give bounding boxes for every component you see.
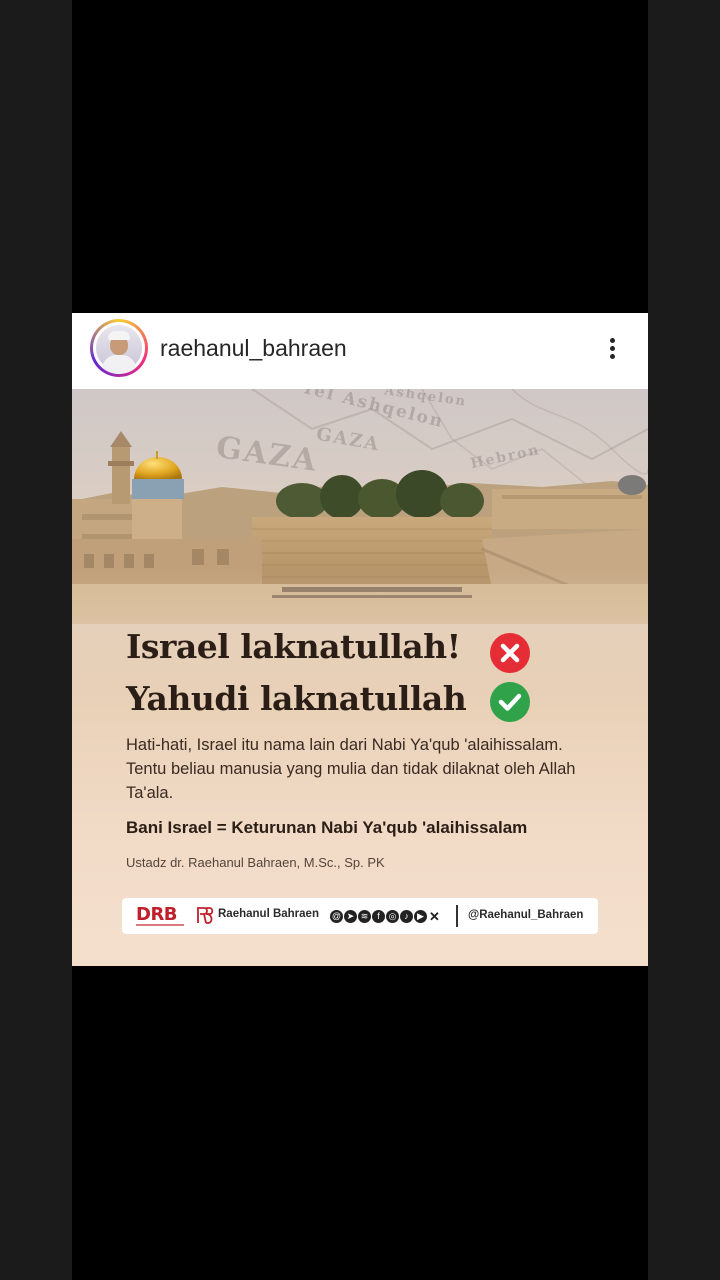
drb-logo: DRB	[136, 904, 178, 925]
headline-israel: Israel laknatullah!	[126, 627, 461, 666]
username[interactable]: raehanul_bahraen	[160, 335, 347, 362]
headline-yahudi: Yahudi laknatullah	[126, 679, 467, 718]
branding-bar: DRB Raehanul Bahraen @ ➤ ≋ f ◎ ♪ ▶ ✕ @Raehanul_…	[122, 898, 598, 934]
post-header: raehanul_bahraen	[72, 313, 648, 389]
left-edge	[0, 0, 72, 1280]
cross-icon	[490, 633, 530, 673]
key-statement: Bani Israel = Keturunan Nabi Ya'qub 'ala…	[126, 818, 528, 837]
brand-name: Raehanul Bahraen	[218, 908, 319, 920]
instagram-post: raehanul_bahraen Tel Ashqelon GAZA GAZA …	[72, 313, 648, 966]
x-icon: ✕	[429, 909, 440, 925]
author-credit: Ustadz dr. Raehanul Bahraen, M.Sc., Sp. …	[126, 855, 385, 870]
divider	[456, 905, 458, 927]
tiktok-icon: ♪	[400, 910, 413, 924]
youtube-icon: ▶	[414, 910, 427, 924]
drb-logo-underline	[136, 924, 184, 926]
social-handle: @Raehanul_Bahraen	[468, 909, 584, 921]
post-image: Tel Ashqelon GAZA GAZA Hebron Ashqelon I…	[72, 389, 648, 966]
spotify-icon: ≋	[358, 910, 371, 924]
more-options-icon[interactable]	[600, 335, 624, 365]
facebook-icon: f	[372, 910, 385, 924]
rb-logo-icon	[197, 907, 214, 924]
threads-icon: @	[330, 910, 343, 924]
telegram-icon: ➤	[344, 910, 357, 924]
body-text: Hati-hati, Israel itu nama lain dari Nab…	[126, 736, 576, 802]
avatar[interactable]	[90, 319, 148, 377]
check-icon	[490, 682, 530, 722]
right-edge	[648, 0, 720, 1280]
social-icons: @ ➤ ≋ f ◎ ♪ ▶ ✕	[330, 908, 442, 924]
instagram-icon: ◎	[386, 910, 399, 924]
